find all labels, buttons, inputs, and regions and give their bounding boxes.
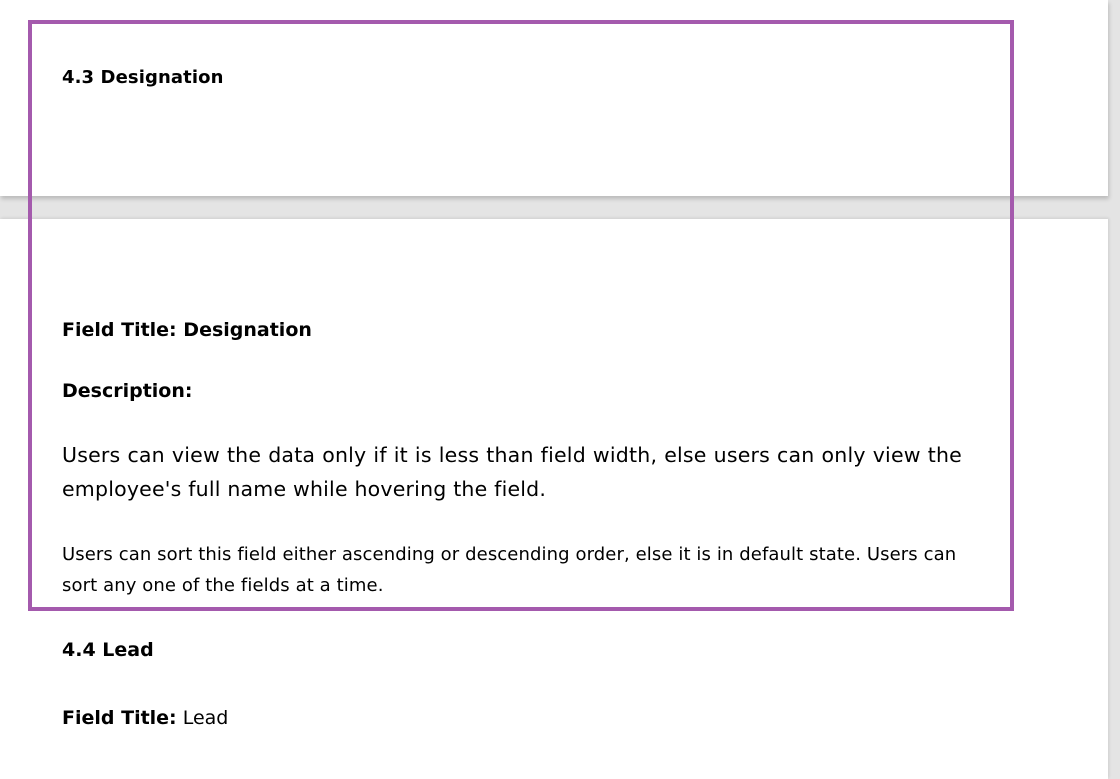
document-page-2: Field Title: Designation Description: Us…	[0, 219, 1108, 779]
designation-paragraph-2: Users can sort this field either ascendi…	[62, 544, 957, 596]
designation-paragraph-1: Users can view the data only if it is le…	[62, 443, 962, 501]
field-title-value: Designation	[183, 319, 312, 341]
designation-field-title: Field Title: Designation	[62, 319, 312, 341]
section-4-3-heading: 4.3 Designation	[62, 67, 224, 88]
field-title-label: Field Title:	[62, 319, 177, 341]
document-page-1: 4.3 Designation	[0, 0, 1108, 196]
lead-field-title: Field Title: Lead	[62, 707, 228, 729]
lead-field-title-value: Lead	[182, 707, 229, 729]
lead-field-title-label: Field Title:	[62, 707, 177, 729]
description-label: Description:	[62, 380, 193, 402]
section-4-4-heading: 4.4 Lead	[62, 639, 154, 661]
